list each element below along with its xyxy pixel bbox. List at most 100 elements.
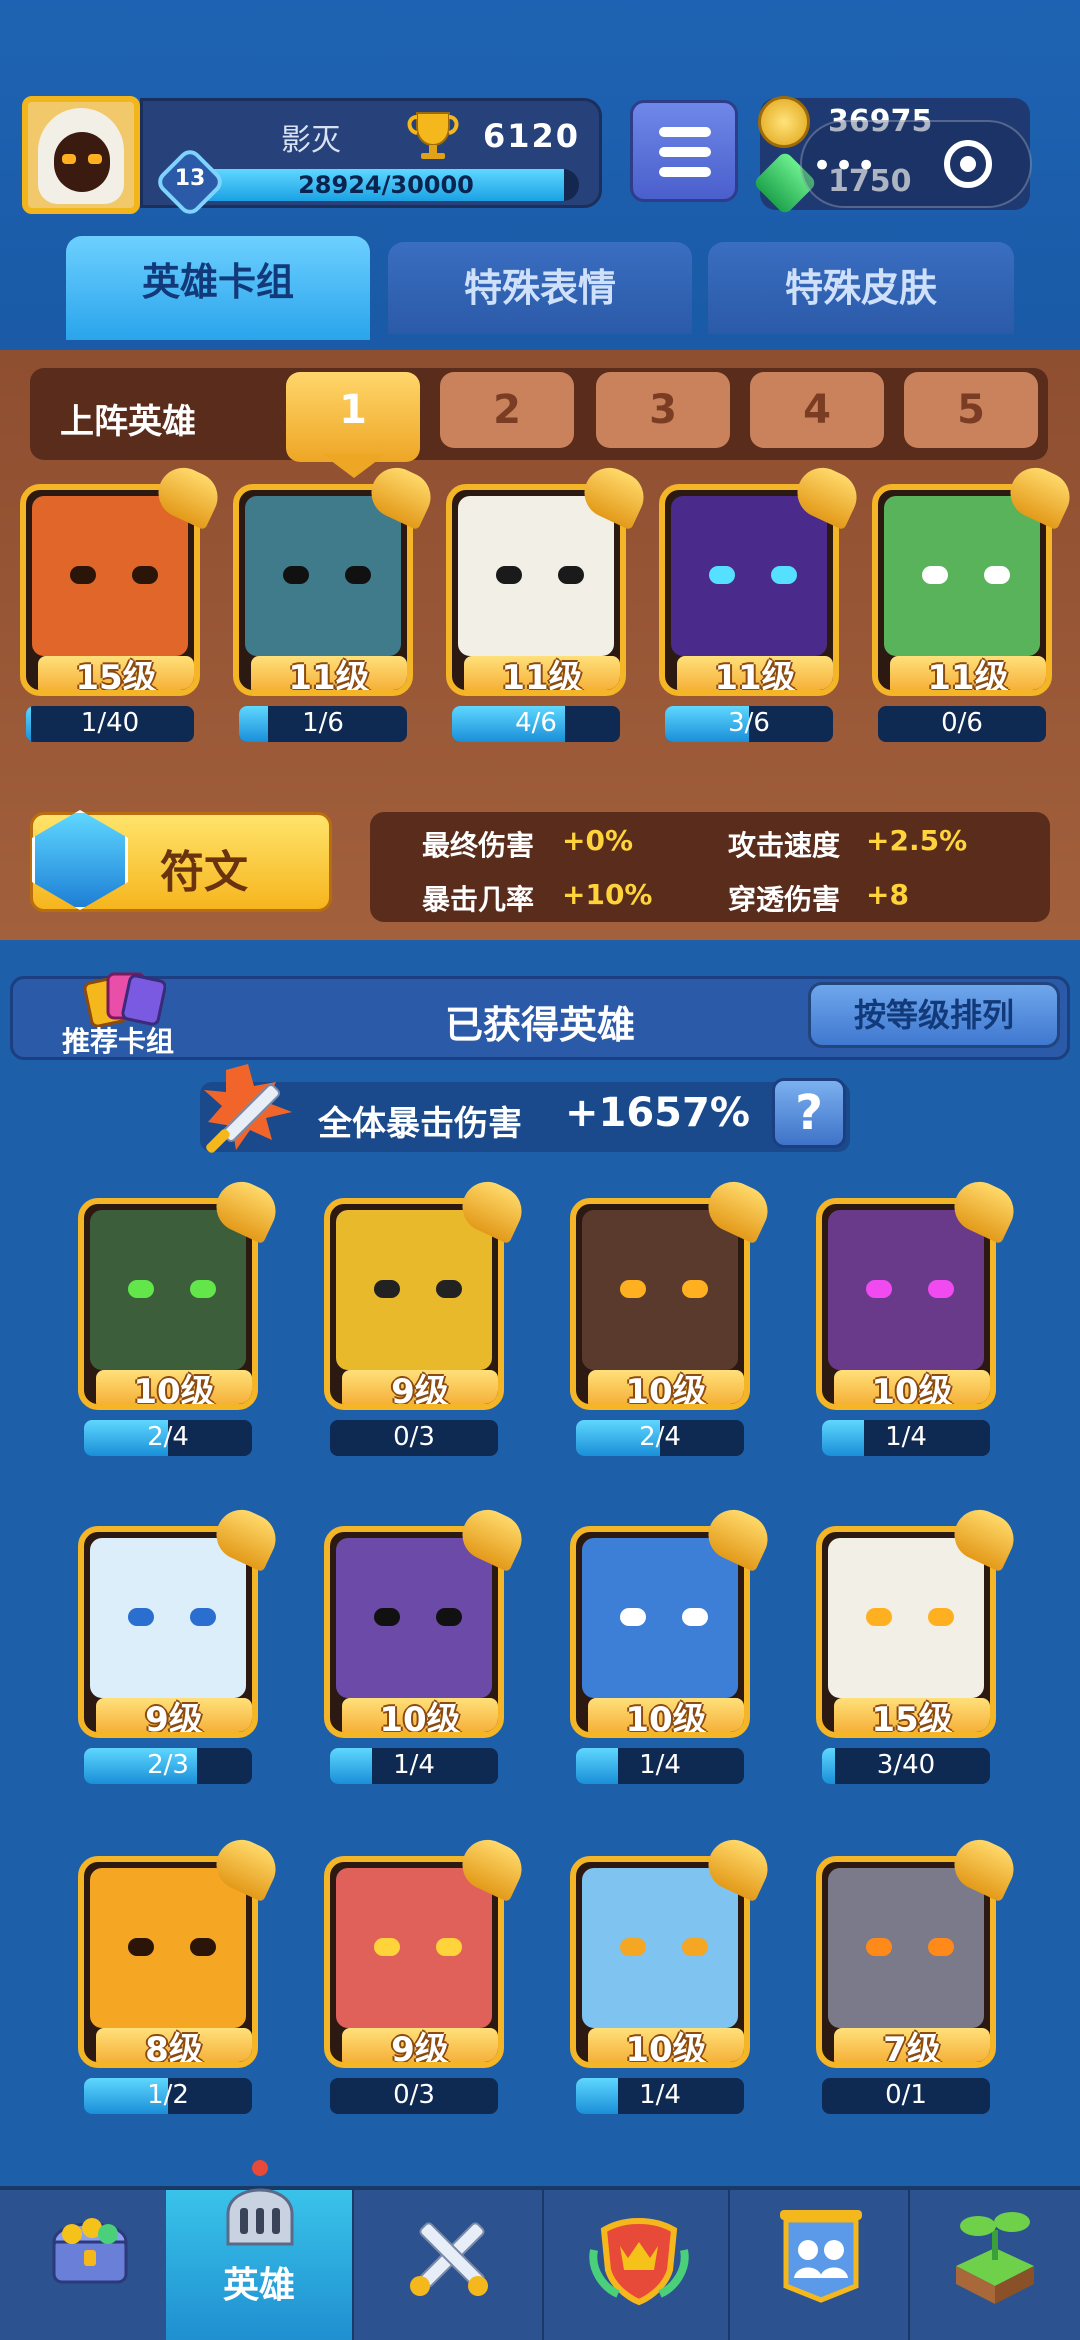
hero-eye bbox=[620, 1608, 646, 1626]
trophy-count: 6120 bbox=[483, 117, 581, 155]
hero-level: 9级 bbox=[342, 1370, 498, 1404]
stat-pierce-damage-label: 穿透伤害 bbox=[728, 883, 841, 916]
hero-portrait bbox=[828, 1868, 984, 2028]
hero-eye bbox=[922, 566, 948, 584]
hero-portrait bbox=[90, 1868, 246, 2028]
sort-by-level-button[interactable]: 按等级排列 bbox=[808, 982, 1060, 1048]
hero-progress-text: 1/2 bbox=[147, 2080, 189, 2110]
hero-level: 10级 bbox=[834, 1370, 990, 1404]
hero-eye bbox=[928, 1938, 954, 1956]
hero-progress-bar: 4/6 bbox=[452, 706, 620, 742]
deck-slot-2[interactable]: 2 bbox=[440, 372, 574, 448]
hero-portrait bbox=[336, 1538, 492, 1698]
hero-portrait bbox=[90, 1538, 246, 1698]
hero-progress-text: 2/4 bbox=[147, 1422, 189, 1452]
hero-progress-bar: 1/4 bbox=[576, 2078, 744, 2114]
hero-level: 9级 bbox=[96, 1698, 252, 1732]
hero-progress-bar: 2/3 bbox=[84, 1748, 252, 1784]
help-button[interactable]: ? bbox=[772, 1078, 846, 1148]
hero-portrait bbox=[884, 496, 1040, 656]
hero-eye bbox=[70, 566, 96, 584]
hero-level: 8级 bbox=[96, 2028, 252, 2062]
hero-progress-text: 0/6 bbox=[941, 708, 983, 738]
menu-icon-line bbox=[659, 127, 711, 137]
social-banner-icon bbox=[780, 2210, 862, 2303]
player-level: 13 bbox=[174, 166, 206, 191]
nav-heroes[interactable]: 英雄 bbox=[166, 2160, 354, 2340]
crit-damage-label: 全体暴击伤害 bbox=[318, 1104, 522, 1144]
hero-eye bbox=[345, 566, 371, 584]
stat-pierce-damage-value: +8 bbox=[866, 878, 909, 911]
hero-progress-bar: 2/4 bbox=[84, 1420, 252, 1456]
hero-level: 11级 bbox=[251, 656, 407, 690]
rune-label: 符文 bbox=[160, 847, 248, 898]
owned-heroes-title: 已获得英雄 bbox=[444, 1003, 635, 1047]
hero-progress-text: 1/4 bbox=[885, 1422, 927, 1452]
hero-progress-text: 1/4 bbox=[639, 1750, 681, 1780]
sword-icon bbox=[204, 1064, 292, 1153]
coin-icon bbox=[758, 96, 810, 148]
hero-progress-text: 1/4 bbox=[393, 1750, 435, 1780]
menu-icon-line bbox=[659, 167, 711, 177]
nav-battle[interactable] bbox=[354, 2190, 544, 2340]
nav-treasure[interactable] bbox=[0, 2190, 180, 2340]
tab-special-skins[interactable]: 特殊皮肤 bbox=[708, 242, 1014, 334]
hero-progress-text: 0/3 bbox=[393, 1422, 435, 1452]
hero-level: 11级 bbox=[677, 656, 833, 690]
hero-level: 10级 bbox=[342, 1698, 498, 1732]
hero-level: 15级 bbox=[834, 1698, 990, 1732]
hero-progress-bar: 0/6 bbox=[878, 706, 1046, 742]
hero-eye bbox=[709, 566, 735, 584]
hero-level: 7级 bbox=[834, 2028, 990, 2062]
deck-slot-3[interactable]: 3 bbox=[596, 372, 730, 448]
hero-eye bbox=[283, 566, 309, 584]
hero-eye bbox=[436, 1938, 462, 1956]
hero-progress-text: 1/4 bbox=[639, 2080, 681, 2110]
hero-level: 9级 bbox=[342, 2028, 498, 2062]
player-avatar[interactable] bbox=[22, 96, 140, 214]
hero-eye bbox=[771, 566, 797, 584]
stat-crit-rate-value: +10% bbox=[562, 878, 653, 911]
hero-progress-text: 3/40 bbox=[876, 1750, 936, 1780]
nav-social[interactable] bbox=[730, 2190, 910, 2340]
hero-level: 11级 bbox=[890, 656, 1046, 690]
deck-slot-4[interactable]: 4 bbox=[750, 372, 884, 448]
hero-level: 10级 bbox=[588, 1370, 744, 1404]
hero-progress-bar: 1/6 bbox=[239, 706, 407, 742]
hero-portrait bbox=[458, 496, 614, 656]
treasure-chest-icon bbox=[52, 2218, 128, 2284]
hero-progress-text: 2/4 bbox=[639, 1422, 681, 1452]
sprout-icon bbox=[956, 2212, 1034, 2304]
hero-portrait bbox=[671, 496, 827, 656]
hero-progress-bar: 2/4 bbox=[576, 1420, 744, 1456]
hero-progress-bar: 1/4 bbox=[822, 1420, 990, 1456]
nav-garden[interactable] bbox=[910, 2190, 1080, 2340]
avatar-eye bbox=[62, 154, 76, 164]
deck-slot-1[interactable]: 1 bbox=[286, 372, 420, 462]
hero-progress-bar: 0/1 bbox=[822, 2078, 990, 2114]
hero-eye bbox=[436, 1608, 462, 1626]
hero-progress-text: 3/6 bbox=[728, 708, 770, 738]
menu-icon-line bbox=[659, 147, 711, 157]
menu-button[interactable] bbox=[630, 100, 738, 202]
close-target-icon[interactable] bbox=[944, 140, 992, 188]
tab-special-emotes[interactable]: 特殊表情 bbox=[388, 242, 692, 334]
hero-progress-bar: 0/3 bbox=[330, 1420, 498, 1456]
hero-eye bbox=[496, 566, 522, 584]
more-icon[interactable]: ••• bbox=[812, 146, 878, 186]
deck-slot-5[interactable]: 5 bbox=[904, 372, 1038, 448]
hero-progress-text: 1/40 bbox=[80, 708, 140, 738]
trophy-icon bbox=[407, 112, 459, 159]
nav-arena[interactable] bbox=[544, 2190, 730, 2340]
hero-eye bbox=[682, 1938, 708, 1956]
hero-portrait bbox=[582, 1538, 738, 1698]
stat-attack-speed-label: 攻击速度 bbox=[728, 829, 841, 862]
hero-portrait bbox=[582, 1210, 738, 1370]
hero-eye bbox=[866, 1938, 892, 1956]
knight-helmet-icon bbox=[226, 2160, 294, 2246]
stat-attack-speed-value: +2.5% bbox=[866, 824, 968, 857]
hero-level: 10级 bbox=[96, 1370, 252, 1404]
tab-hero-deck[interactable]: 英雄卡组 bbox=[66, 236, 370, 340]
recommend-deck-label[interactable]: 推荐卡组 bbox=[62, 1020, 174, 1060]
hero-eye bbox=[928, 1280, 954, 1298]
